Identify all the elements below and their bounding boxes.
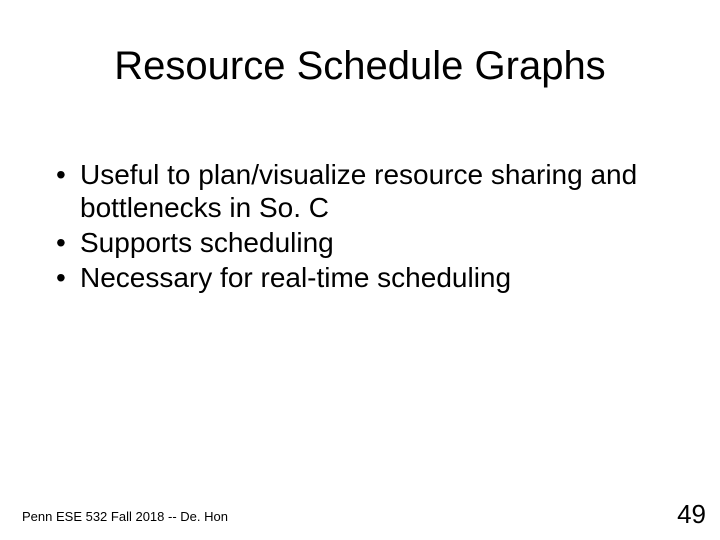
page-number: 49 bbox=[677, 499, 706, 530]
list-item: Necessary for real-time scheduling bbox=[52, 261, 668, 294]
slide-title: Resource Schedule Graphs bbox=[0, 44, 720, 89]
list-item: Supports scheduling bbox=[52, 226, 668, 259]
list-item: Useful to plan/visualize resource sharin… bbox=[52, 158, 668, 224]
slide-footer: Penn ESE 532 Fall 2018 -- De. Hon bbox=[22, 509, 228, 524]
slide: Resource Schedule Graphs Useful to plan/… bbox=[0, 0, 720, 540]
bullet-list: Useful to plan/visualize resource sharin… bbox=[52, 158, 668, 294]
slide-body: Useful to plan/visualize resource sharin… bbox=[52, 158, 668, 296]
